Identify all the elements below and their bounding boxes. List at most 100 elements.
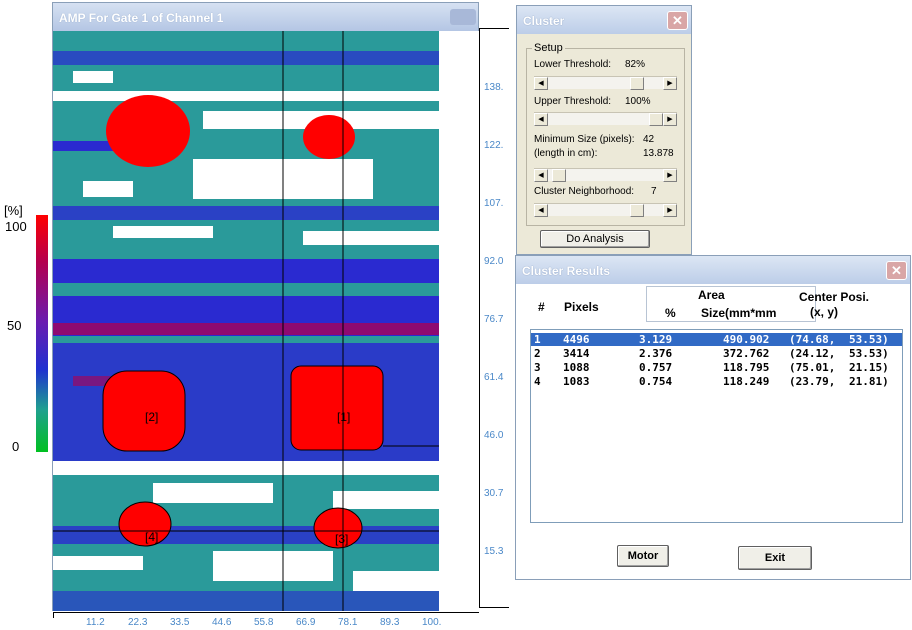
header-pixels: Pixels — [564, 300, 599, 314]
scroll-right-icon[interactable]: ▶ — [663, 204, 677, 217]
length-value: 13.878 — [643, 148, 674, 159]
header-size: Size(mm*mm — [701, 306, 777, 320]
row-size: 118.249 — [723, 375, 770, 388]
y-tick: 15.3 — [484, 546, 504, 557]
amp-window: AMP For Gate 1 of Channel 1 [2] [1] [4] … — [52, 2, 479, 611]
row-size: 118.795 — [723, 361, 770, 374]
slider-thumb[interactable] — [630, 204, 644, 217]
legend-mid: 50 — [7, 318, 22, 333]
x-tick: 22.3 — [128, 617, 148, 628]
neighborhood-value: 7 — [651, 186, 657, 197]
amp-scan-map[interactable]: [2] [1] [4] [3] — [53, 31, 439, 611]
upper-threshold-slider[interactable]: ◀ ▶ — [534, 112, 677, 126]
x-tick: 100. — [422, 617, 442, 628]
scroll-right-icon[interactable]: ▶ — [663, 113, 677, 126]
list-item[interactable]: 1 4496 3.129 490.902 (74.68, 53.53) — [531, 333, 902, 346]
map-label-3: [3] — [335, 532, 348, 546]
results-titlebar[interactable]: Cluster Results ✕ — [516, 256, 910, 284]
legend-min: 0 — [12, 439, 20, 454]
results-window-title: Cluster Results — [522, 264, 611, 278]
row-num: 4 — [534, 375, 541, 388]
slider-thumb[interactable] — [552, 169, 566, 182]
x-tick: 78.1 — [338, 617, 358, 628]
lower-threshold-label: Lower Threshold: — [534, 59, 612, 70]
motor-button[interactable]: Motor — [617, 545, 669, 567]
row-center-y: 53.53) — [849, 333, 889, 346]
min-size-slider[interactable]: ◀ ▶ — [534, 168, 677, 182]
close-icon[interactable]: ✕ — [667, 11, 688, 30]
map-margin — [439, 31, 479, 611]
neighborhood-slider[interactable]: ◀ ▶ — [534, 203, 677, 217]
row-pixels: 3414 — [563, 347, 590, 360]
x-tick: 11.2 — [86, 617, 105, 628]
row-percent: 3.129 — [639, 333, 673, 346]
exit-button[interactable]: Exit — [738, 546, 812, 570]
header-area: Area — [698, 288, 725, 302]
amp-window-title: AMP For Gate 1 of Channel 1 — [59, 11, 224, 25]
y-tick: 76.7 — [484, 314, 504, 325]
row-center-x: (24.12, — [789, 347, 836, 360]
cluster-titlebar[interactable]: Cluster ✕ — [517, 6, 691, 34]
row-pixels: 4496 — [563, 333, 590, 346]
scroll-left-icon[interactable]: ◀ — [534, 204, 548, 217]
y-tick: 46.0 — [484, 430, 504, 441]
scroll-left-icon[interactable]: ◀ — [534, 113, 548, 126]
setup-group-title: Setup — [532, 42, 565, 54]
row-num: 3 — [534, 361, 541, 374]
row-center-y: 21.81) — [849, 375, 889, 388]
y-tick: 122. — [484, 140, 504, 151]
color-legend-bar — [36, 215, 48, 452]
header-percent: % — [665, 306, 676, 320]
row-percent: 2.376 — [639, 347, 673, 360]
slider-thumb[interactable] — [649, 113, 663, 126]
cluster-window: Cluster ✕ Setup Lower Threshold: 82% ◀ ▶… — [516, 5, 692, 255]
x-tick: 33.5 — [170, 617, 190, 628]
window-control-icon[interactable] — [450, 9, 476, 25]
scroll-right-icon[interactable]: ▶ — [663, 77, 677, 90]
y-tick: 30.7 — [484, 488, 504, 499]
slider-thumb[interactable] — [630, 77, 644, 90]
x-tick: 44.6 — [212, 617, 232, 628]
y-tick: 61.4 — [484, 372, 504, 383]
row-center-y: 21.15) — [849, 361, 889, 374]
close-icon[interactable]: ✕ — [886, 261, 907, 280]
map-label-4: [4] — [145, 530, 158, 544]
list-item[interactable]: 3 1088 0.757 118.795 (75.01, 21.15) — [531, 361, 902, 374]
legend-unit: [%] — [4, 203, 23, 218]
row-percent: 0.757 — [639, 361, 673, 374]
header-xy: (x, y) — [810, 305, 839, 319]
y-tick: 107. — [484, 198, 504, 209]
row-size: 372.762 — [723, 347, 770, 360]
do-analysis-button[interactable]: Do Analysis — [540, 230, 650, 248]
row-center-x: (23.79, — [789, 375, 836, 388]
row-num: 1 — [534, 333, 541, 346]
y-tick: 138. — [484, 82, 504, 93]
y-tick: 92.0 — [484, 256, 504, 267]
lower-threshold-value: 82% — [625, 59, 646, 70]
upper-threshold-value: 100% — [625, 96, 651, 107]
legend-max: 100 — [5, 219, 27, 234]
min-size-label: Minimum Size (pixels): — [534, 134, 635, 145]
scroll-left-icon[interactable]: ◀ — [534, 169, 548, 182]
row-percent: 0.754 — [639, 375, 673, 388]
bottom-axis — [53, 612, 479, 613]
amp-titlebar[interactable]: AMP For Gate 1 of Channel 1 — [53, 3, 478, 31]
row-center-x: (74.68, — [789, 333, 836, 346]
row-pixels: 1088 — [563, 361, 590, 374]
scroll-right-icon[interactable]: ▶ — [663, 169, 677, 182]
row-pixels: 1083 — [563, 375, 590, 388]
list-item[interactable]: 2 3414 2.376 372.762 (24.12, 53.53) — [531, 347, 902, 360]
map-label-1: [1] — [337, 410, 350, 424]
header-center: Center Posi. — [799, 290, 870, 304]
results-list[interactable]: 1 4496 3.129 490.902 (74.68, 53.53) 2 34… — [530, 329, 903, 523]
x-tick: 66.9 — [296, 617, 316, 628]
scroll-left-icon[interactable]: ◀ — [534, 77, 548, 90]
list-item[interactable]: 4 1083 0.754 118.249 (23.79, 21.81) — [531, 375, 902, 388]
length-label: (length in cm): — [534, 148, 598, 159]
upper-threshold-label: Upper Threshold: — [534, 96, 612, 107]
cluster-results-window: Cluster Results ✕ # Pixels Area % Size(m… — [515, 255, 911, 580]
row-num: 2 — [534, 347, 541, 360]
map-label-2: [2] — [145, 410, 158, 424]
lower-threshold-slider[interactable]: ◀ ▶ — [534, 76, 677, 90]
row-center-y: 53.53) — [849, 347, 889, 360]
